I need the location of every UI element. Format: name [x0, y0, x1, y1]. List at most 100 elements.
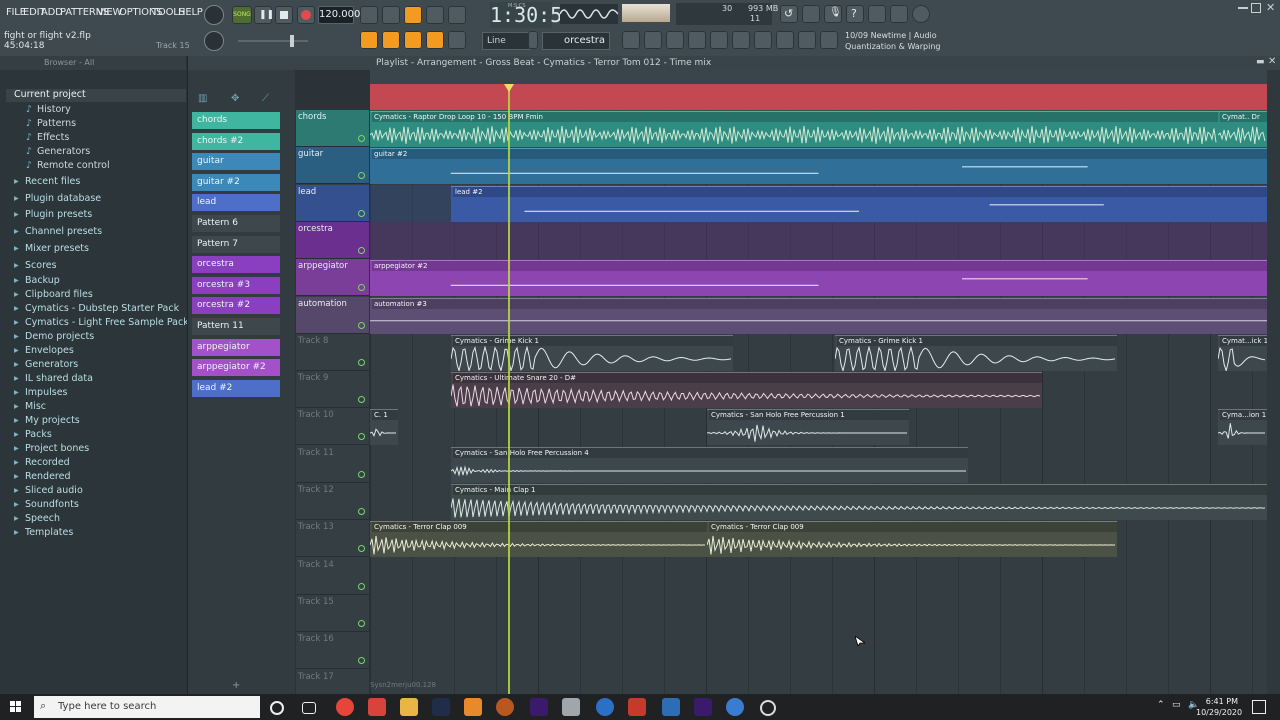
pattern-item[interactable]: lead: [192, 194, 280, 212]
track-mute-icon[interactable]: [358, 396, 365, 404]
track-header[interactable]: Track 15: [296, 594, 369, 632]
tray-chevron-icon[interactable]: ⌃: [1157, 700, 1165, 710]
browser-project-item[interactable]: ♪ Patterns: [26, 118, 76, 129]
windows-start-icon[interactable]: [0, 694, 32, 720]
browser-item[interactable]: ▸ Templates: [14, 527, 73, 538]
chrome-icon[interactable]: [336, 698, 354, 716]
animate-icon[interactable]: [432, 698, 450, 716]
pattern-item[interactable]: Pattern 11: [192, 318, 280, 335]
maximize-icon[interactable]: [1251, 3, 1261, 13]
pattern-item[interactable]: arppegiator: [192, 338, 280, 356]
playlist-clip[interactable]: Cymat.. Dr: [1218, 111, 1267, 147]
vertical-scrollbar[interactable]: [1267, 70, 1280, 694]
track-header[interactable]: automation: [296, 296, 369, 334]
countdown-button[interactable]: [404, 6, 422, 24]
track-mute-icon[interactable]: [358, 508, 365, 515]
track-lane[interactable]: [370, 221, 1267, 259]
tray-time[interactable]: 6:41 PM: [1202, 697, 1238, 706]
pattern-item[interactable]: chords: [192, 112, 280, 129]
playlist-clip[interactable]: lead #2: [451, 185, 1267, 222]
pattern-select[interactable]: orcestra: [542, 32, 610, 50]
app-icon-2[interactable]: [368, 698, 386, 716]
playlist-snap-button[interactable]: [382, 31, 400, 49]
track-header[interactable]: Track 8: [296, 333, 369, 371]
playlist-minimize-icon[interactable]: ▬: [1256, 57, 1265, 67]
browser-item[interactable]: ▸ Mixer presets: [14, 243, 89, 254]
track-mute-icon[interactable]: [358, 433, 365, 441]
track-header[interactable]: Track 12: [296, 483, 369, 520]
master-volume-knob[interactable]: [204, 5, 224, 25]
channel-rack-button[interactable]: [666, 31, 684, 49]
track-mute-icon[interactable]: [358, 657, 365, 665]
playhead-marker[interactable]: [504, 84, 514, 92]
download-button[interactable]: [820, 31, 838, 49]
pattern-item[interactable]: Pattern 6: [192, 215, 280, 232]
blender-icon[interactable]: [496, 698, 514, 716]
track-mute-icon[interactable]: [358, 209, 365, 217]
tray-date[interactable]: 10/29/2020: [1196, 708, 1242, 717]
browser-item[interactable]: ▸ Demo projects: [14, 331, 94, 342]
playlist-close-icon[interactable]: ✕: [1268, 56, 1276, 67]
browser-item[interactable]: ▸ Backup: [14, 275, 60, 286]
project-button[interactable]: [776, 31, 794, 49]
pattern-mode-button[interactable]: [360, 31, 378, 49]
pattern-item[interactable]: chords #2: [192, 132, 280, 150]
browser-item[interactable]: ▸ Recorded: [14, 457, 70, 468]
browser-item[interactable]: ▸ Misc: [14, 401, 46, 412]
track-lane[interactable]: [370, 632, 1267, 669]
track-mute-icon[interactable]: [358, 582, 365, 590]
playlist-clip[interactable]: Cymatics - Raptor Drop Loop 10 - 150 BPM…: [370, 111, 1218, 147]
playhead[interactable]: [508, 86, 510, 694]
step-edit-button[interactable]: [426, 6, 444, 24]
link-button[interactable]: [426, 31, 444, 49]
pattern-item[interactable]: orcestra #3: [192, 276, 280, 294]
track-header[interactable]: Track 16: [296, 632, 369, 670]
browser-item[interactable]: ▸ Cymatics - Light Free Sample Pack: [14, 317, 189, 328]
track-mute-icon[interactable]: [358, 470, 365, 478]
track-header[interactable]: arppegiator: [296, 259, 369, 297]
playlist-clip[interactable]: Cymatics - San Holo Free Percussion 4: [451, 446, 968, 483]
browser-item[interactable]: ▸ Packs: [14, 429, 52, 440]
master-pitch-knob[interactable]: [204, 31, 224, 51]
browser-item[interactable]: ▸ Impulses: [14, 387, 68, 398]
browser-item[interactable]: ▸ Cymatics - Dubstep Starter Pack: [14, 303, 179, 314]
track-header[interactable]: Track 9: [296, 371, 369, 409]
cortana-icon[interactable]: [270, 701, 284, 715]
news-button[interactable]: [912, 5, 930, 23]
pause-button[interactable]: ❚❚: [254, 6, 274, 24]
playlist-clip[interactable]: Cymatics - Main Clap 1: [451, 484, 1267, 520]
piano-roll-button[interactable]: [644, 31, 662, 49]
browser-item[interactable]: ▸ Envelopes: [14, 345, 74, 356]
plugin-picker-button[interactable]: [710, 31, 728, 49]
track-mute-icon[interactable]: [358, 284, 365, 292]
playlist-clip[interactable]: Cymatics - Terror Clap 009: [707, 521, 1117, 558]
minimize-icon[interactable]: [1238, 7, 1248, 9]
touch-keyboard-button[interactable]: [754, 31, 772, 49]
save-button[interactable]: [868, 5, 886, 23]
stop-button[interactable]: [275, 6, 293, 24]
track-header[interactable]: Track 10: [296, 408, 369, 446]
pattern-item[interactable]: orcestra: [192, 256, 280, 274]
playlist-clip[interactable]: Cyma...ion 1: [1218, 409, 1267, 446]
pattern-item[interactable]: Pattern 7: [192, 235, 280, 253]
playlist-clip[interactable]: Cymatics - San Holo Free Percussion 1: [707, 409, 909, 446]
fl-studio-icon[interactable]: [464, 698, 482, 716]
microphone-button[interactable]: 🎙: [824, 5, 842, 23]
task-view-icon[interactable]: [302, 702, 316, 714]
close-icon[interactable]: ✕: [1266, 1, 1275, 14]
slider-handle[interactable]: [290, 35, 294, 47]
track-mute-icon[interactable]: [358, 545, 365, 553]
pattern-item[interactable]: orcestra #2: [192, 297, 280, 315]
track-header[interactable]: lead: [296, 184, 369, 222]
menu-help[interactable]: HELP: [178, 7, 203, 18]
track-lane[interactable]: [370, 595, 1267, 632]
track-mute-icon[interactable]: [358, 358, 365, 366]
pattern-item[interactable]: arppegiator #2: [192, 359, 280, 377]
cursor-button[interactable]: [798, 31, 816, 49]
track-header[interactable]: chords: [296, 110, 369, 147]
record-button[interactable]: [297, 6, 315, 24]
file-explorer-icon[interactable]: [400, 698, 418, 716]
track-mute-icon[interactable]: [358, 135, 365, 142]
track-header[interactable]: Track 14: [296, 557, 369, 595]
pattern-item[interactable]: guitar: [192, 153, 280, 171]
